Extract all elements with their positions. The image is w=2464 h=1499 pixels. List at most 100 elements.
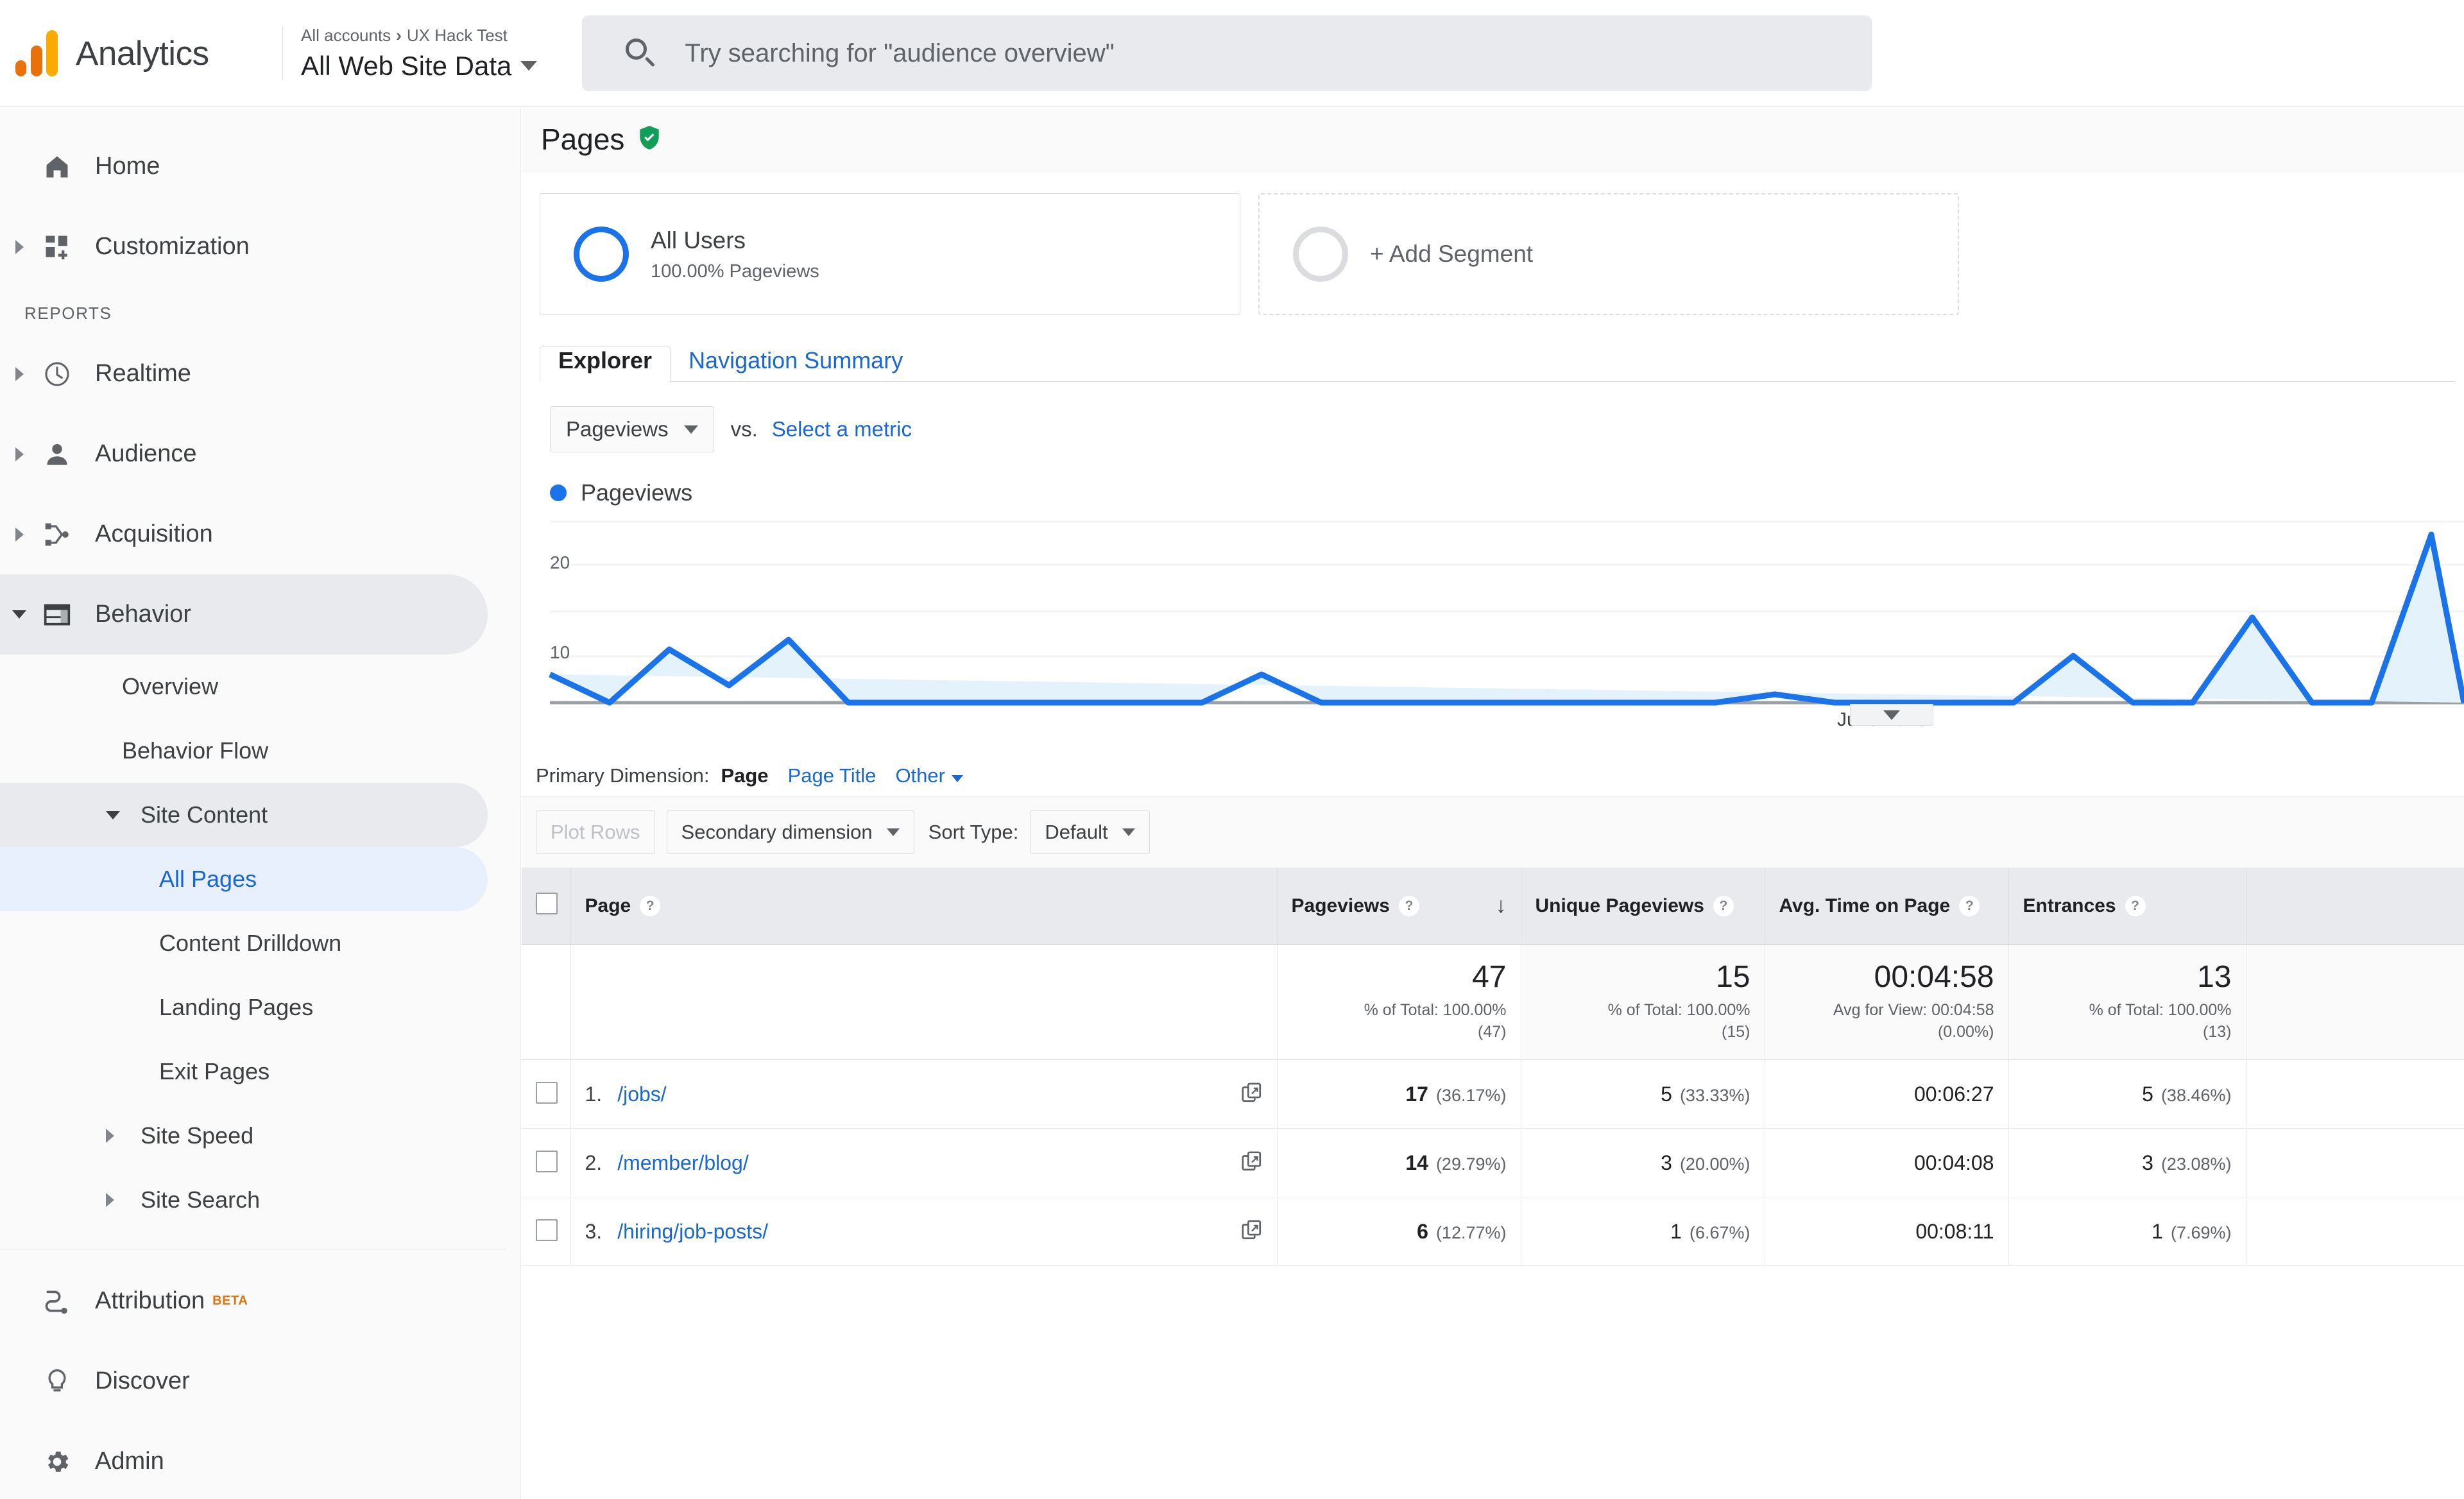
sidebar-item-admin[interactable]: Admin bbox=[0, 1421, 488, 1499]
row-pageviews-cell: 14 (29.79%) bbox=[1277, 1128, 1521, 1198]
table-row[interactable]: 3. /hiring/job-posts/ 6 (12.77%) 1 (6.67… bbox=[522, 1197, 2464, 1267]
chevron-down-icon bbox=[1883, 710, 1900, 720]
property-name-row[interactable]: All Web Site Data bbox=[301, 51, 538, 81]
chevron-right-icon bbox=[3, 527, 36, 542]
row-index: 3. bbox=[585, 1219, 603, 1243]
plot-rows-button[interactable]: Plot Rows bbox=[536, 810, 655, 854]
sidebar-item-home[interactable]: Home bbox=[0, 126, 488, 207]
row-select-cell bbox=[522, 1197, 571, 1267]
sidebar-subitem-label: Exit Pages bbox=[159, 1058, 270, 1084]
table-summary-row: 47 % of Total: 100.00% (47) 15 % of Tota… bbox=[522, 944, 2464, 1061]
help-icon[interactable]: ? bbox=[2125, 895, 2146, 916]
breadcrumb-account[interactable]: UX Hack Test bbox=[407, 26, 508, 45]
secondary-dimension-button[interactable]: Secondary dimension bbox=[666, 810, 914, 854]
sidebar-item-exit-pages[interactable]: Exit Pages bbox=[0, 1040, 488, 1104]
add-segment-label: + Add Segment bbox=[1370, 241, 1534, 267]
row-page-link[interactable]: /member/blog/ bbox=[617, 1151, 749, 1175]
secondary-dimension-label: Secondary dimension bbox=[681, 821, 873, 843]
summary-unique-cell: 15 % of Total: 100.00% (15) bbox=[1521, 944, 1765, 1061]
sidebar-item-label: Realtime bbox=[95, 360, 191, 387]
search-bar[interactable] bbox=[582, 15, 1872, 91]
column-header-unique-pageviews[interactable]: Unique Pageviews ? bbox=[1521, 868, 1765, 945]
brand-block[interactable]: Analytics bbox=[0, 30, 276, 76]
row-checkbox[interactable] bbox=[536, 1081, 558, 1104]
sidebar-subitem-label: Behavior Flow bbox=[122, 737, 269, 764]
chart-area-fill bbox=[550, 535, 2464, 703]
table-row[interactable]: 1. /jobs/ 17 (36.17%) 5 (33.33%) 00:06:2… bbox=[522, 1059, 2464, 1129]
chart-zoom-handle[interactable] bbox=[1850, 704, 1933, 726]
column-header-avg-time-on-page[interactable]: Avg. Time on Page ? bbox=[1765, 868, 2009, 945]
analytics-app: Analytics All accounts › UX Hack Test All … bbox=[0, 0, 2464, 1499]
sidebar-item-acquisition[interactable]: Acquisition bbox=[0, 494, 488, 574]
sidebar-item-label: Audience bbox=[95, 440, 197, 467]
metric-dropdown[interactable]: Pageviews bbox=[550, 406, 714, 452]
row-unique-value: 3 bbox=[1661, 1151, 1672, 1174]
select-a-metric-link[interactable]: Select a metric bbox=[772, 417, 912, 441]
sidebar-item-label: Attribution bbox=[95, 1287, 205, 1314]
sidebar-item-behavior-flow[interactable]: Behavior Flow bbox=[0, 719, 488, 783]
row-entrances-pct: (38.46%) bbox=[2160, 1085, 2232, 1105]
help-icon[interactable]: ? bbox=[1713, 895, 1734, 916]
row-partial-cell bbox=[2246, 1059, 2464, 1129]
search-input[interactable] bbox=[685, 39, 1776, 68]
row-entrances-pct: (23.08%) bbox=[2160, 1154, 2232, 1174]
select-all-checkbox[interactable] bbox=[536, 892, 558, 914]
sidebar-item-content-drilldown[interactable]: Content Drilldown bbox=[0, 911, 488, 975]
segment-all-users[interactable]: All Users 100.00% Pageviews bbox=[540, 193, 1240, 315]
help-icon[interactable]: ? bbox=[1959, 895, 1980, 916]
open-external-icon[interactable] bbox=[1241, 1219, 1263, 1244]
tab-navigation-summary[interactable]: Navigation Summary bbox=[671, 347, 921, 382]
help-icon[interactable]: ? bbox=[1398, 895, 1419, 916]
y-axis-tick: 20 bbox=[550, 552, 570, 572]
row-page-link[interactable]: /hiring/job-posts/ bbox=[617, 1220, 768, 1244]
help-icon[interactable]: ? bbox=[640, 895, 661, 916]
tab-explorer[interactable]: Explorer bbox=[540, 347, 671, 382]
sidebar-item-behavior[interactable]: Behavior bbox=[0, 574, 488, 655]
chevron-down-icon bbox=[3, 610, 36, 619]
open-external-icon[interactable] bbox=[1241, 1082, 1263, 1107]
chevron-down-icon bbox=[106, 810, 128, 819]
open-external-icon[interactable] bbox=[1241, 1151, 1263, 1176]
property-selector[interactable]: All accounts › UX Hack Test All Web Site D… bbox=[301, 26, 538, 81]
legend-label: Pageviews bbox=[581, 479, 693, 506]
column-header-page[interactable]: Page ? bbox=[570, 868, 1278, 945]
row-checkbox[interactable] bbox=[536, 1219, 558, 1241]
tab-bar: Explorer Navigation Summary bbox=[540, 342, 2455, 382]
row-pageviews-cell: 6 (12.77%) bbox=[1277, 1197, 1521, 1267]
row-checkbox[interactable] bbox=[536, 1150, 558, 1172]
column-label: Avg. Time on Page bbox=[1779, 895, 1951, 916]
chevron-right-icon bbox=[3, 366, 36, 381]
sidebar-item-realtime[interactable]: Realtime bbox=[0, 334, 488, 414]
sidebar-item-audience[interactable]: Audience bbox=[0, 414, 488, 494]
sort-type-button[interactable]: Default bbox=[1030, 810, 1150, 854]
sidebar-item-site-content[interactable]: Site Content bbox=[0, 783, 488, 847]
sidebar-item-discover[interactable]: Discover bbox=[0, 1341, 488, 1421]
add-segment-button[interactable]: + Add Segment bbox=[1258, 193, 1959, 315]
chart-area: Pageviews 20 10 June 2 bbox=[522, 479, 2464, 749]
sidebar-item-site-speed[interactable]: Site Speed bbox=[0, 1104, 488, 1168]
row-pageviews-pct: (36.17%) bbox=[1435, 1085, 1507, 1105]
row-page-cell: 3. /hiring/job-posts/ bbox=[570, 1197, 1278, 1267]
column-header-pageviews[interactable]: Pageviews ? ↓ bbox=[1277, 868, 1521, 945]
column-header-next-partial[interactable] bbox=[2246, 868, 2464, 945]
sidebar-item-overview[interactable]: Overview bbox=[0, 655, 488, 719]
breadcrumb-root[interactable]: All accounts bbox=[301, 26, 391, 45]
row-page-link[interactable]: /jobs/ bbox=[617, 1083, 666, 1106]
sidebar-item-site-search[interactable]: Site Search bbox=[0, 1168, 488, 1232]
primary-dimension-other[interactable]: Other bbox=[895, 764, 963, 787]
column-header-entrances[interactable]: Entrances ? bbox=[2008, 868, 2246, 945]
primary-dimension-page[interactable]: Page bbox=[721, 764, 768, 787]
sidebar-item-all-pages[interactable]: All Pages bbox=[0, 847, 488, 911]
sidebar-item-attribution[interactable]: Attribution BETA bbox=[0, 1261, 488, 1341]
sidebar-item-customization[interactable]: Customization bbox=[0, 207, 488, 287]
table-row[interactable]: 2. /member/blog/ 14 (29.79%) 3 (20.00%) … bbox=[522, 1128, 2464, 1198]
vs-label: vs. bbox=[730, 417, 758, 441]
clock-icon bbox=[36, 360, 78, 388]
sort-desc-icon: ↓ bbox=[1495, 893, 1507, 918]
row-unique-value: 5 bbox=[1661, 1082, 1672, 1106]
chart-canvas[interactable]: 20 10 June 2023 bbox=[522, 517, 2464, 730]
column-label: Entrances bbox=[2023, 895, 2116, 916]
sidebar-item-landing-pages[interactable]: Landing Pages bbox=[0, 975, 488, 1040]
sidebar-subitem-label: Overview bbox=[122, 673, 219, 699]
primary-dimension-page-title[interactable]: Page Title bbox=[788, 764, 877, 787]
